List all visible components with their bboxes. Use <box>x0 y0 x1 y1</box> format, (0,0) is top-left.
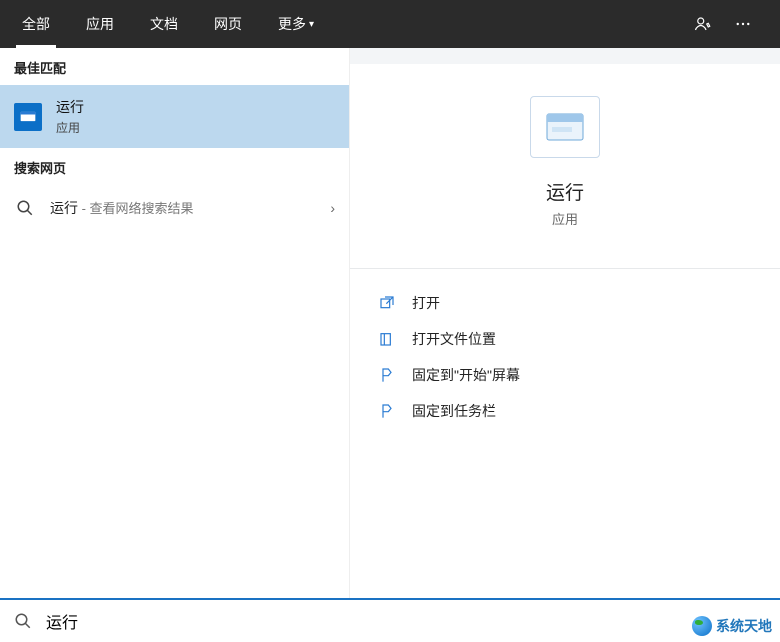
result-text: 运行 应用 <box>56 97 84 136</box>
tab-all[interactable]: 全部 <box>4 0 68 48</box>
header-tabs-bar: 全部 应用 文档 网页 更多 ▾ <box>0 0 780 48</box>
search-bar <box>0 598 780 642</box>
web-result-hint: - 查看网络搜索结果 <box>78 201 194 216</box>
search-tabs: 全部 应用 文档 网页 更多 ▾ <box>4 0 332 48</box>
best-match-header: 最佳匹配 <box>0 48 349 85</box>
preview-panel-outer: 运行 应用 打开 打开文件位置 <box>350 48 780 598</box>
action-pin-start-label: 固定到"开始"屏幕 <box>412 365 520 385</box>
action-pin-taskbar[interactable]: 固定到任务栏 <box>378 393 752 429</box>
web-search-result[interactable]: 运行 - 查看网络搜索结果 › <box>0 185 349 231</box>
run-app-large-icon <box>530 96 600 158</box>
header-actions <box>688 0 776 48</box>
chevron-down-icon: ▾ <box>309 19 314 30</box>
action-open[interactable]: 打开 <box>378 285 752 321</box>
action-pin-taskbar-label: 固定到任务栏 <box>412 401 496 421</box>
pin-taskbar-icon <box>378 402 396 420</box>
tab-more[interactable]: 更多 ▾ <box>260 0 332 48</box>
search-input[interactable] <box>46 612 766 630</box>
more-icon[interactable] <box>728 9 758 39</box>
tab-apps[interactable]: 应用 <box>68 0 132 48</box>
web-result-query: 运行 <box>50 200 78 216</box>
folder-icon <box>378 330 396 348</box>
tab-documents[interactable]: 文档 <box>132 0 196 48</box>
pin-start-icon <box>378 366 396 384</box>
search-icon <box>14 197 36 219</box>
preview-panel: 运行 应用 打开 打开文件位置 <box>350 64 780 598</box>
tab-web[interactable]: 网页 <box>196 0 260 48</box>
feedback-icon[interactable] <box>688 9 718 39</box>
result-title: 运行 <box>56 97 84 117</box>
web-result-label: 运行 - 查看网络搜索结果 <box>50 198 316 218</box>
open-icon <box>378 294 396 312</box>
search-icon <box>14 612 32 630</box>
preview-actions: 打开 打开文件位置 固定到"开始"屏幕 <box>350 279 780 435</box>
result-subtitle: 应用 <box>56 119 84 136</box>
tab-more-label: 更多 <box>278 14 306 34</box>
run-app-icon <box>14 103 42 131</box>
preview-header: 运行 应用 <box>350 84 780 246</box>
chevron-right-icon: › <box>330 200 335 216</box>
action-open-location-label: 打开文件位置 <box>412 329 496 349</box>
web-search-header: 搜索网页 <box>0 148 349 185</box>
results-panel: 最佳匹配 运行 应用 搜索网页 运行 - 查看网络搜索结果 › <box>0 48 350 598</box>
action-open-location[interactable]: 打开文件位置 <box>378 321 752 357</box>
preview-title: 运行 <box>546 178 584 205</box>
preview-subtitle: 应用 <box>552 209 578 228</box>
action-open-label: 打开 <box>412 293 440 313</box>
result-run-app[interactable]: 运行 应用 <box>0 85 349 148</box>
action-pin-start[interactable]: 固定到"开始"屏幕 <box>378 357 752 393</box>
divider <box>350 268 780 269</box>
main-content: 最佳匹配 运行 应用 搜索网页 运行 - 查看网络搜索结果 › <box>0 48 780 598</box>
